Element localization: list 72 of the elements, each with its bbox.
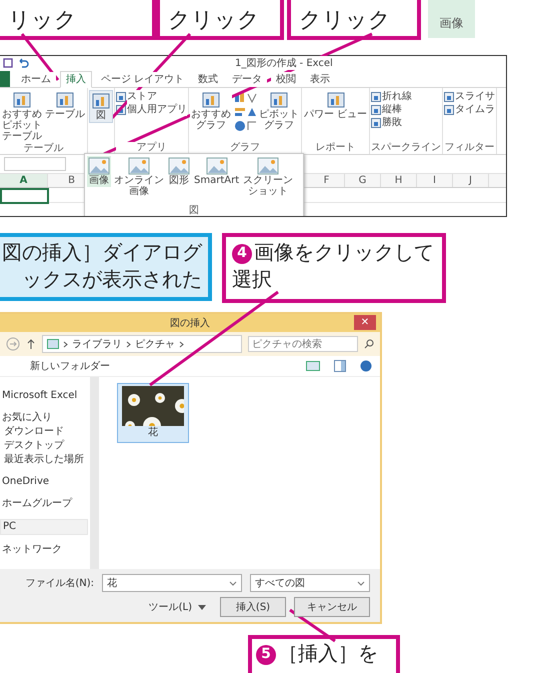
active-cell[interactable] xyxy=(0,188,49,204)
chevron-right-icon xyxy=(126,340,131,348)
window-title: 1_図形の作成 - Excel xyxy=(233,56,335,70)
dialog-title: 図の挿入 xyxy=(170,316,210,330)
image-icon xyxy=(128,157,150,175)
leader-line xyxy=(20,33,60,81)
close-button[interactable]: ✕ xyxy=(354,315,376,330)
caret-icon xyxy=(198,604,206,610)
callout-box: クリック xyxy=(287,0,421,40)
search-field[interactable]: ピクチャの検索 xyxy=(248,336,358,352)
group-label: 図 xyxy=(188,205,200,216)
nav-item[interactable]: OneDrive xyxy=(0,475,88,489)
ribbon-button[interactable]: パワー ビュー xyxy=(303,90,368,121)
chevron-right-icon xyxy=(63,340,68,348)
callout-text: 5 ［挿入］を xyxy=(256,640,392,667)
undo-icon[interactable] xyxy=(17,58,29,68)
nav-item[interactable]: 最近表示した場所 xyxy=(0,453,88,467)
ribbon-button[interactable]: ストア xyxy=(116,90,187,103)
column-header[interactable]: J xyxy=(453,174,489,187)
breadcrumb[interactable]: ライブラリ xyxy=(72,337,122,351)
breadcrumb[interactable]: ピクチャ xyxy=(135,337,175,351)
file-type-dropdown[interactable]: すべての図 xyxy=(250,574,370,592)
save-icon[interactable] xyxy=(3,58,13,68)
nav-item[interactable]: ネットワーク xyxy=(0,543,88,557)
chevron-down-icon xyxy=(357,580,365,586)
tools-menu[interactable]: ツール(L) xyxy=(148,600,206,614)
image-icon xyxy=(88,157,110,175)
up-arrow-icon[interactable] xyxy=(26,338,36,350)
image-icon xyxy=(168,157,190,175)
callout-text: ックスが表示された xyxy=(22,266,202,293)
column-header[interactable]: I xyxy=(417,174,453,187)
column-header[interactable]: H xyxy=(381,174,417,187)
pane-icon[interactable] xyxy=(334,360,346,372)
nav-item[interactable]: Microsoft Excel xyxy=(0,389,88,403)
dialog-button[interactable]: 挿入(S) xyxy=(220,597,286,617)
group-label: フィルター xyxy=(444,142,496,153)
ribbon-tab[interactable]: 挿入 xyxy=(60,71,92,88)
file-item[interactable]: 花 xyxy=(117,383,189,443)
ribbon-button[interactable]: おすすめピボットテーブル xyxy=(1,90,43,143)
column-header[interactable]: A xyxy=(0,174,48,187)
callout-box: クリック xyxy=(156,0,284,40)
menu-item[interactable]: 画像 xyxy=(87,156,111,187)
column-header[interactable]: G xyxy=(345,174,381,187)
nav-item[interactable]: ホームグループ xyxy=(0,497,88,511)
callout-text: 4 画像をクリックして選択 xyxy=(232,239,435,293)
picture-tile: 画像 xyxy=(428,0,475,38)
filename-field[interactable]: 花 xyxy=(102,574,242,592)
dialog-button[interactable]: キャンセル xyxy=(294,597,370,617)
menu-item[interactable]: スクリーンショット xyxy=(242,156,294,198)
ribbon-button[interactable]: 折れ線 xyxy=(371,90,442,103)
callout-text: 図の挿入］ダイアログ xyxy=(2,239,202,266)
chevron-down-icon xyxy=(229,580,237,586)
field-label: ファイル名(N): xyxy=(25,577,94,590)
menu-item[interactable]: 図形 xyxy=(167,156,191,187)
chart-types-icon[interactable] xyxy=(233,90,257,134)
group-label: スパークライン xyxy=(371,142,442,153)
menu-item[interactable]: オンライン画像 xyxy=(113,156,165,198)
image-icon xyxy=(257,157,280,175)
search-icon[interactable] xyxy=(364,339,374,349)
column-header[interactable]: F xyxy=(309,174,345,187)
nav-item[interactable]: PC xyxy=(0,519,88,535)
chevron-right-icon xyxy=(179,340,184,348)
nav-item[interactable]: ダウンロード xyxy=(0,425,88,439)
ribbon-button[interactable]: 縦棒 xyxy=(371,103,442,116)
image-icon xyxy=(206,157,228,175)
callout-box: リック xyxy=(0,0,156,40)
ribbon-button[interactable]: 勝敗 xyxy=(371,116,442,129)
new-folder-button[interactable]: 新しいフォルダー xyxy=(30,359,110,373)
address-bar[interactable]: ライブラリ ピクチャ xyxy=(42,335,242,353)
nav-item[interactable]: デスクトップ xyxy=(0,439,88,453)
ribbon-button[interactable]: 図 xyxy=(89,90,113,123)
nav-item[interactable]: お気に入り xyxy=(0,411,88,425)
